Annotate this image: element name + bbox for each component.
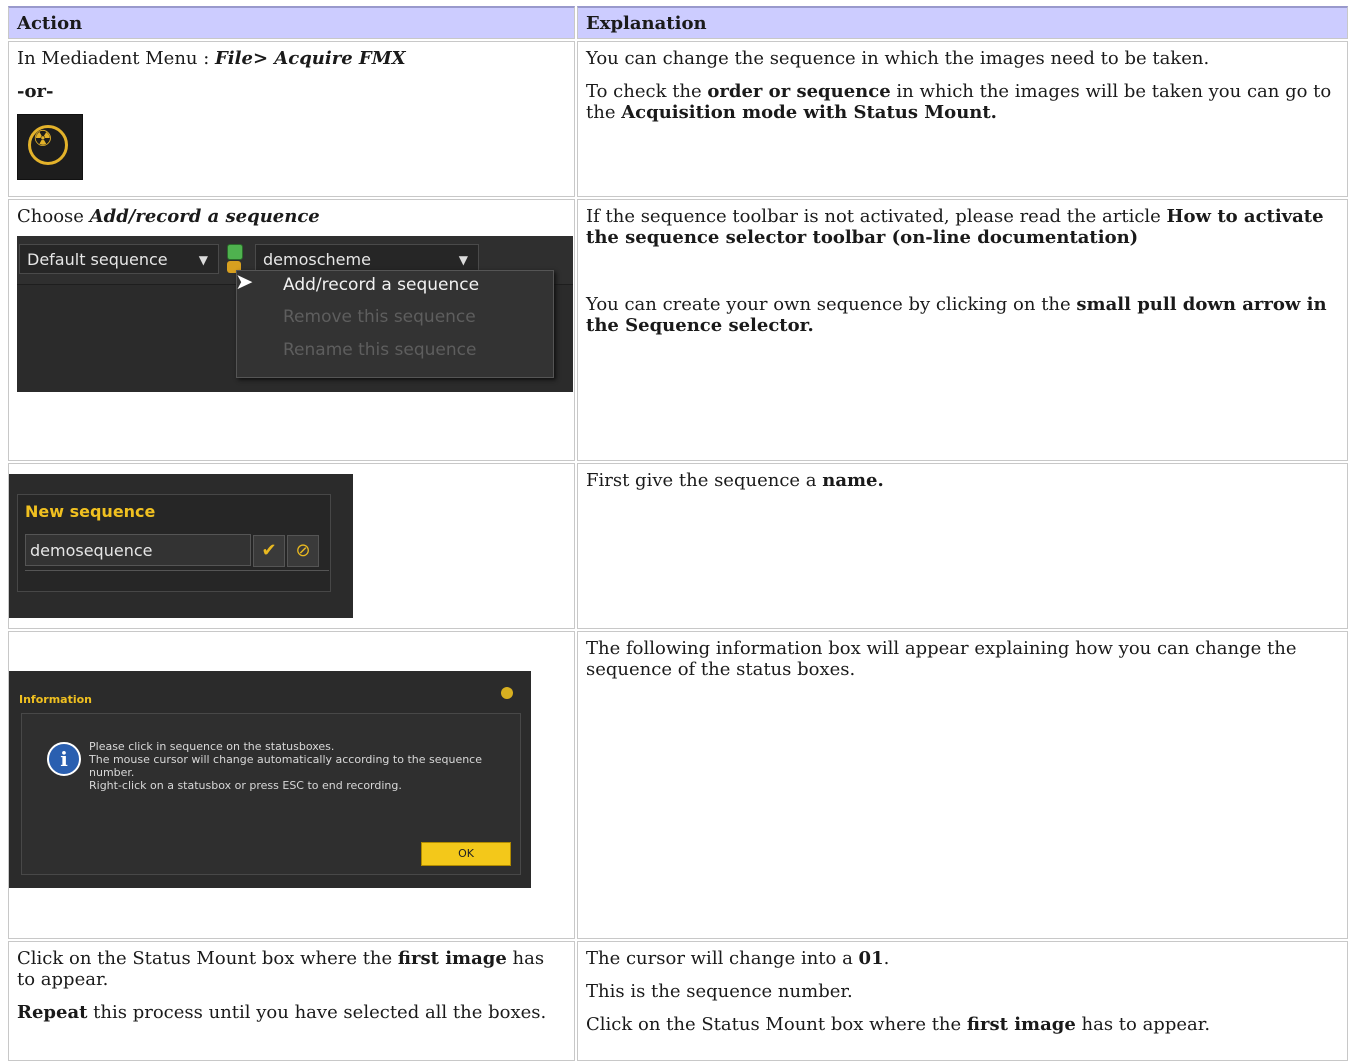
menu-path: File> Acquire FMX: [215, 48, 406, 69]
new-sequence-dialog: New sequence demosequence ✔ ⊘: [9, 474, 353, 618]
explanation-text: You can change the sequence in which the…: [586, 48, 1210, 69]
or-separator: -or-: [17, 81, 54, 102]
action-cell: Click on the Status Mount box where the …: [8, 941, 575, 1061]
header-action: Action: [8, 6, 575, 39]
explanation-cell: The cursor will change into a 01. This i…: [577, 941, 1348, 1061]
table-row: In Mediadent Menu : File> Acquire FMX -o…: [8, 41, 1348, 197]
explanation-cell: If the sequence toolbar is not activated…: [577, 199, 1348, 461]
status-led-green-icon: [227, 244, 243, 260]
explanation-text: Click on the Status Mount box where the …: [586, 1014, 1211, 1035]
explanation-cell: First give the sequence a name.: [577, 463, 1348, 629]
explanation-text: You can create your own sequence by clic…: [586, 294, 1327, 336]
table-row: Choose Add/record a sequence Default seq…: [8, 199, 1348, 461]
table-row: Click on the Status Mount box where the …: [8, 941, 1348, 1061]
confirm-check-icon[interactable]: ✔: [253, 535, 285, 567]
header-explanation: Explanation: [577, 6, 1348, 39]
radiation-glyph-icon: ☢: [33, 127, 53, 152]
help-icon[interactable]: [501, 687, 513, 699]
table-row: New sequence demosequence ✔ ⊘ First give…: [8, 463, 1348, 629]
dialog-title: New sequence: [25, 502, 156, 521]
menu-item-add[interactable]: Add/record a sequence: [283, 275, 479, 296]
explanation-cell: You can change the sequence in which the…: [577, 41, 1348, 197]
action-cell: Choose Add/record a sequence Default seq…: [8, 199, 575, 461]
explanation-text: The cursor will change into a 01.: [586, 948, 890, 969]
menu-item-remove[interactable]: Remove this sequence: [283, 307, 476, 328]
instruction-table: Action Explanation In Mediadent Menu : F…: [6, 4, 1350, 1063]
explanation-text: To check the order or sequence in which …: [586, 81, 1332, 123]
cancel-ban-icon[interactable]: ⊘: [287, 535, 319, 567]
acquire-fmx-button[interactable]: ☢: [17, 114, 83, 180]
action-cell: In Mediadent Menu : File> Acquire FMX -o…: [8, 41, 575, 197]
information-dialog: Information i Please click in sequence o…: [9, 671, 531, 888]
action-cell: New sequence demosequence ✔ ⊘: [8, 463, 575, 629]
explanation-text: This is the sequence number.: [586, 981, 853, 1002]
explanation-text: The following information box will appea…: [586, 638, 1297, 680]
menu-path-text: In Mediadent Menu : File> Acquire FMX: [17, 48, 406, 69]
action-text: Click on the Status Mount box where the …: [17, 948, 545, 990]
table-row: Information i Please click in sequence o…: [8, 631, 1348, 939]
action-cell: Information i Please click in sequence o…: [8, 631, 575, 939]
ok-button[interactable]: OK: [421, 842, 511, 866]
info-icon: i: [47, 742, 81, 776]
mouse-cursor-icon: ➤: [235, 270, 254, 295]
menu-item-rename[interactable]: Rename this sequence: [283, 340, 476, 361]
chevron-down-icon: ▼: [198, 253, 208, 267]
sequence-name-input[interactable]: demosequence: [25, 534, 251, 566]
action-text: Choose Add/record a sequence: [17, 206, 320, 227]
explanation-text: If the sequence toolbar is not activated…: [586, 206, 1324, 248]
sequence-menu: Add/record a sequence Remove this sequen…: [236, 270, 554, 378]
header-row: Action Explanation: [8, 6, 1348, 39]
sequence-toolbar-screenshot: Default sequence ▼ demoscheme ▼ Add/reco…: [17, 236, 573, 392]
action-text: Repeat this process until you have selec…: [17, 1002, 547, 1023]
explanation-text: First give the sequence a name.: [586, 470, 884, 491]
sequence-combo[interactable]: Default sequence ▼: [19, 244, 219, 274]
info-message: Please click in sequence on the statusbo…: [89, 740, 482, 792]
info-title: Information: [19, 693, 92, 706]
explanation-cell: The following information box will appea…: [577, 631, 1348, 939]
